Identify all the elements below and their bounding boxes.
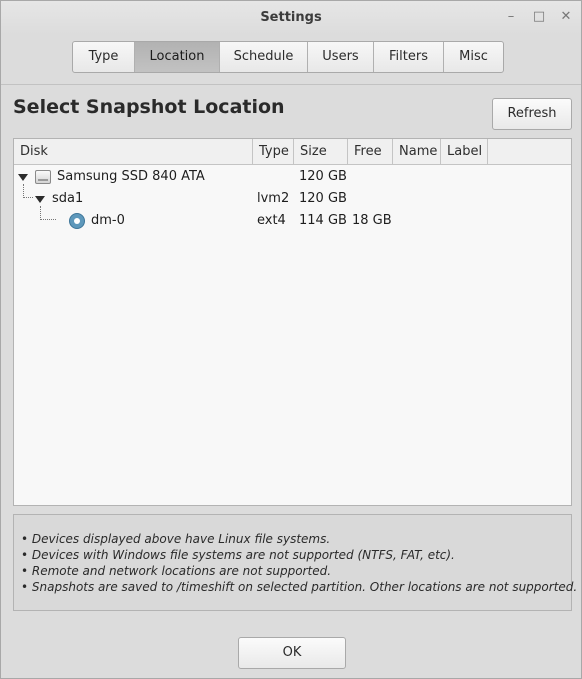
tab-bar: Type Location Schedule Users Filters Mis… <box>72 41 504 73</box>
disk-name: Samsung SSD 840 ATA <box>57 169 205 184</box>
volume-size: 114 GB <box>299 213 347 228</box>
tree-guide-line <box>23 184 33 198</box>
tab-users[interactable]: Users <box>308 42 374 72</box>
disk-size: 120 GB <box>299 169 347 184</box>
partition-size: 120 GB <box>299 191 347 206</box>
column-header-size[interactable]: Size <box>294 139 348 164</box>
info-notes-panel: • Devices displayed above have Linux fil… <box>13 514 578 611</box>
expand-arrow-icon[interactable] <box>35 196 45 203</box>
volume-type: ext4 <box>257 213 286 228</box>
tab-filters[interactable]: Filters <box>374 42 444 72</box>
page-title: Select Snapshot Location <box>13 96 285 118</box>
volume-name: dm-0 <box>91 213 125 228</box>
note-line: • Snapshots are saved to /timeshift on s… <box>21 580 578 594</box>
tab-type[interactable]: Type <box>73 42 135 72</box>
divider <box>1 84 581 85</box>
expand-arrow-icon[interactable] <box>18 174 28 181</box>
note-line: • Remote and network locations are not s… <box>21 564 332 578</box>
tab-location[interactable]: Location <box>135 42 220 72</box>
note-line: • Devices displayed above have Linux fil… <box>21 532 331 546</box>
minimize-icon[interactable]: – <box>504 10 518 24</box>
disk-tree-view[interactable]: Disk Type Size Free Name Label Samsung S… <box>13 138 572 506</box>
tree-guide-line <box>40 206 56 220</box>
column-header-label[interactable]: Label <box>441 139 488 164</box>
column-header-name[interactable]: Name <box>393 139 441 164</box>
maximize-icon[interactable]: □ <box>532 10 546 24</box>
tab-misc[interactable]: Misc <box>444 42 503 72</box>
hard-disk-icon <box>35 170 51 184</box>
column-header-type[interactable]: Type <box>253 139 294 164</box>
table-header: Disk Type Size Free Name Label <box>14 139 571 165</box>
settings-window: Settings – □ ✕ Type Location Schedule Us… <box>0 0 582 679</box>
tab-schedule[interactable]: Schedule <box>220 42 308 72</box>
table-row[interactable]: sda1 lvm2 120 GB <box>14 184 571 210</box>
title-bar: Settings – □ ✕ <box>1 1 581 35</box>
radio-selected-icon[interactable] <box>69 213 85 229</box>
column-header-free[interactable]: Free <box>348 139 393 164</box>
partition-name: sda1 <box>52 191 84 206</box>
note-line: • Devices with Windows file systems are … <box>21 548 455 562</box>
ok-button[interactable]: OK <box>238 637 346 669</box>
column-header-disk[interactable]: Disk <box>14 139 253 164</box>
refresh-button[interactable]: Refresh <box>492 98 572 130</box>
partition-type: lvm2 <box>257 191 290 206</box>
table-row[interactable]: dm-0 ext4 114 GB 18 GB <box>14 206 571 232</box>
window-title: Settings <box>260 10 322 25</box>
volume-free: 18 GB <box>352 213 392 228</box>
close-icon[interactable]: ✕ <box>559 10 573 24</box>
table-row[interactable]: Samsung SSD 840 ATA 120 GB <box>14 166 571 188</box>
